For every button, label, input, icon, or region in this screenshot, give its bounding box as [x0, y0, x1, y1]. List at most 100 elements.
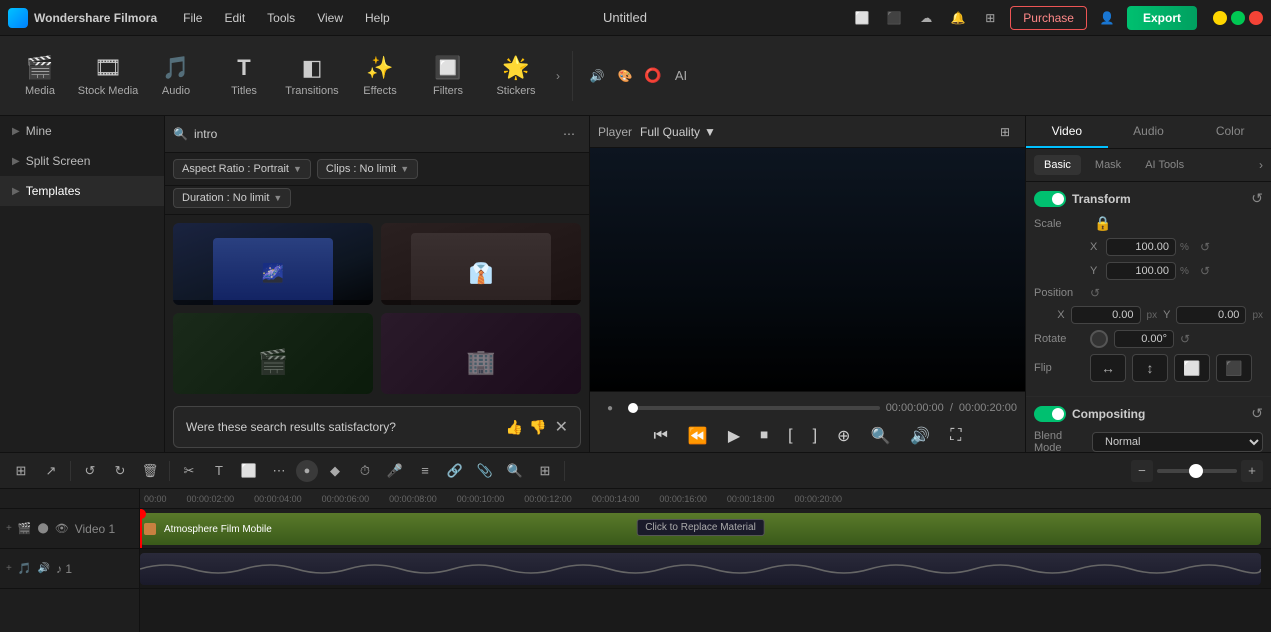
flip-btn-3[interactable]: ⬜ [1174, 354, 1210, 382]
player-quality-selector[interactable]: Full Quality ▼ [640, 125, 716, 139]
audio-button[interactable]: 🔊 [904, 424, 936, 448]
grid-icon[interactable]: ⊞ [978, 6, 1002, 30]
player-settings-icon[interactable]: ⊞ [993, 120, 1017, 144]
pos-x-input[interactable] [1071, 306, 1141, 324]
search-more-icon[interactable]: ⋯ [557, 122, 581, 146]
timeline-playhead[interactable] [140, 509, 142, 548]
menu-edit[interactable]: Edit [214, 7, 255, 29]
tl-text-button[interactable]: T [206, 458, 232, 484]
split-icon[interactable]: ⬛ [882, 6, 906, 30]
template-card-1[interactable]: 🌌 00:20 ⬇ Atmosphere Film Mo... [173, 223, 373, 305]
stop-button[interactable]: ⏹ [754, 425, 774, 447]
flip-vertical-button[interactable]: ↕ [1132, 354, 1168, 382]
subtab-more-icon[interactable]: › [1259, 158, 1263, 172]
sidebar-item-split-screen[interactable]: ▶ Split Screen [0, 146, 164, 176]
menu-help[interactable]: Help [355, 7, 400, 29]
video-clip[interactable]: Atmosphere Film Mobile Click to Replace … [140, 513, 1261, 545]
tl-select-button[interactable]: ↗ [38, 458, 64, 484]
position-reset-icon[interactable]: ↺ [1090, 286, 1100, 300]
tab-color[interactable]: Color [1189, 116, 1271, 148]
audio-track[interactable] [140, 549, 1271, 589]
sidebar-item-mine[interactable]: ▶ Mine [0, 116, 164, 146]
clip-replace-indicator[interactable]: Click to Replace Material [636, 519, 765, 536]
tl-cut-button[interactable]: ✂ [176, 458, 202, 484]
audio-clip[interactable] [140, 553, 1261, 585]
mark-out-button[interactable]: ] [807, 425, 823, 447]
maximize-button[interactable] [1231, 11, 1245, 25]
tl-redo-button[interactable]: ↻ [107, 458, 133, 484]
tab-audio[interactable]: Audio [1108, 116, 1190, 148]
tl-snap-button[interactable]: ● [296, 460, 318, 482]
tool-media[interactable]: 🎬 Media [8, 41, 72, 111]
zoom-slider[interactable] [1157, 469, 1237, 473]
tl-audio-adjust-button[interactable]: ≡ [412, 458, 438, 484]
mark-in-button[interactable]: [ [782, 425, 798, 447]
tl-crop-button[interactable]: ⬜ [236, 458, 262, 484]
pos-y-input[interactable] [1176, 306, 1246, 324]
tab-video[interactable]: Video [1026, 116, 1108, 148]
menu-view[interactable]: View [307, 7, 353, 29]
minimize-button[interactable] [1213, 11, 1227, 25]
tool-audio[interactable]: 🎵 Audio [144, 41, 208, 111]
video-track[interactable]: Atmosphere Film Mobile Click to Replace … [140, 509, 1271, 549]
zoom-out-button[interactable]: − [1131, 460, 1153, 482]
subtab-mask[interactable]: Mask [1085, 155, 1131, 175]
zoom-in-tl-button[interactable]: + [1241, 460, 1263, 482]
tool-titles[interactable]: T Titles [212, 41, 276, 111]
tl-delete-button[interactable]: 🗑 [137, 458, 163, 484]
template-card-3[interactable]: 🎬 Template 3 [173, 313, 373, 395]
menu-file[interactable]: File [173, 7, 212, 29]
color-tool-icon[interactable]: 🎨 [613, 64, 637, 88]
thumbs-down-button[interactable]: 👎 [529, 419, 546, 436]
search-input[interactable] [194, 127, 551, 141]
fullscreen-button[interactable]: ⛶ [944, 425, 967, 447]
skip-back-button[interactable]: ⏮ [647, 425, 673, 447]
flip-horizontal-button[interactable]: ↔ [1090, 354, 1126, 382]
tool-stock-media[interactable]: 🎞 Stock Media [76, 41, 140, 111]
tool-stickers[interactable]: 🌟 Stickers [484, 41, 548, 111]
play-button[interactable]: ▶ [722, 424, 746, 448]
tl-speed-button[interactable]: ⏱ [352, 458, 378, 484]
sidebar-item-templates[interactable]: ▶ Templates [0, 176, 164, 206]
zoom-in-button[interactable]: 🔍 [864, 424, 896, 448]
tool-effects[interactable]: ✨ Effects [348, 41, 412, 111]
transform-toggle[interactable] [1034, 191, 1066, 207]
scale-x-input[interactable] [1106, 238, 1176, 256]
subtab-basic[interactable]: Basic [1034, 155, 1081, 175]
feedback-close-button[interactable]: ✕ [555, 417, 568, 437]
compositing-toggle[interactable] [1034, 406, 1066, 422]
clips-filter[interactable]: Clips : No limit ▼ [317, 159, 418, 179]
audio-track-add-icon[interactable]: + [6, 563, 12, 574]
blend-mode-select[interactable]: Normal Multiply Screen [1092, 432, 1263, 452]
rotate-reset-icon[interactable]: ↺ [1180, 332, 1190, 346]
template-card-4[interactable]: 🏢 Template 4 [381, 313, 581, 395]
scale-y-reset-icon[interactable]: ↺ [1200, 264, 1210, 278]
tl-grid-button[interactable]: ⊞ [532, 458, 558, 484]
tl-zoom-minus-button[interactable]: 🔍 [502, 458, 528, 484]
tl-add-track-button[interactable]: ⊞ [8, 458, 34, 484]
aspect-ratio-filter[interactable]: Aspect Ratio : Portrait ▼ [173, 159, 311, 179]
tl-keyframe-button[interactable]: ◆ [322, 458, 348, 484]
tl-video-link-button[interactable]: 📎 [472, 458, 498, 484]
tl-more-button[interactable]: ⋯ [266, 458, 292, 484]
audio-tool-icon[interactable]: 🔊 [585, 64, 609, 88]
ai-tools-icon[interactable]: AI [669, 64, 693, 88]
purchase-button[interactable]: Purchase [1010, 6, 1087, 30]
screen-icon[interactable]: ⬜ [850, 6, 874, 30]
duration-filter[interactable]: Duration : No limit ▼ [173, 188, 291, 208]
user-icon[interactable]: 👤 [1095, 6, 1119, 30]
tl-link-button[interactable]: 🔗 [442, 458, 468, 484]
subtab-ai-tools[interactable]: AI Tools [1135, 155, 1194, 175]
flip-btn-4[interactable]: ⬛ [1216, 354, 1252, 382]
cloud-icon[interactable]: ☁ [914, 6, 938, 30]
toolbar-expand[interactable]: › [552, 65, 564, 87]
template-card-2[interactable]: 👔 00:05 ⬇ Real Estate Agency Int... [381, 223, 581, 305]
rotate-dial[interactable] [1090, 330, 1108, 348]
export-button[interactable]: Export [1127, 6, 1197, 30]
tl-mic-button[interactable]: 🎤 [382, 458, 408, 484]
close-button[interactable] [1249, 11, 1263, 25]
zoom-handle[interactable] [1189, 464, 1203, 478]
tool-transitions[interactable]: ◧ Transitions [280, 41, 344, 111]
tool-filters[interactable]: 🔲 Filters [416, 41, 480, 111]
scale-x-reset-icon[interactable]: ↺ [1200, 240, 1210, 254]
